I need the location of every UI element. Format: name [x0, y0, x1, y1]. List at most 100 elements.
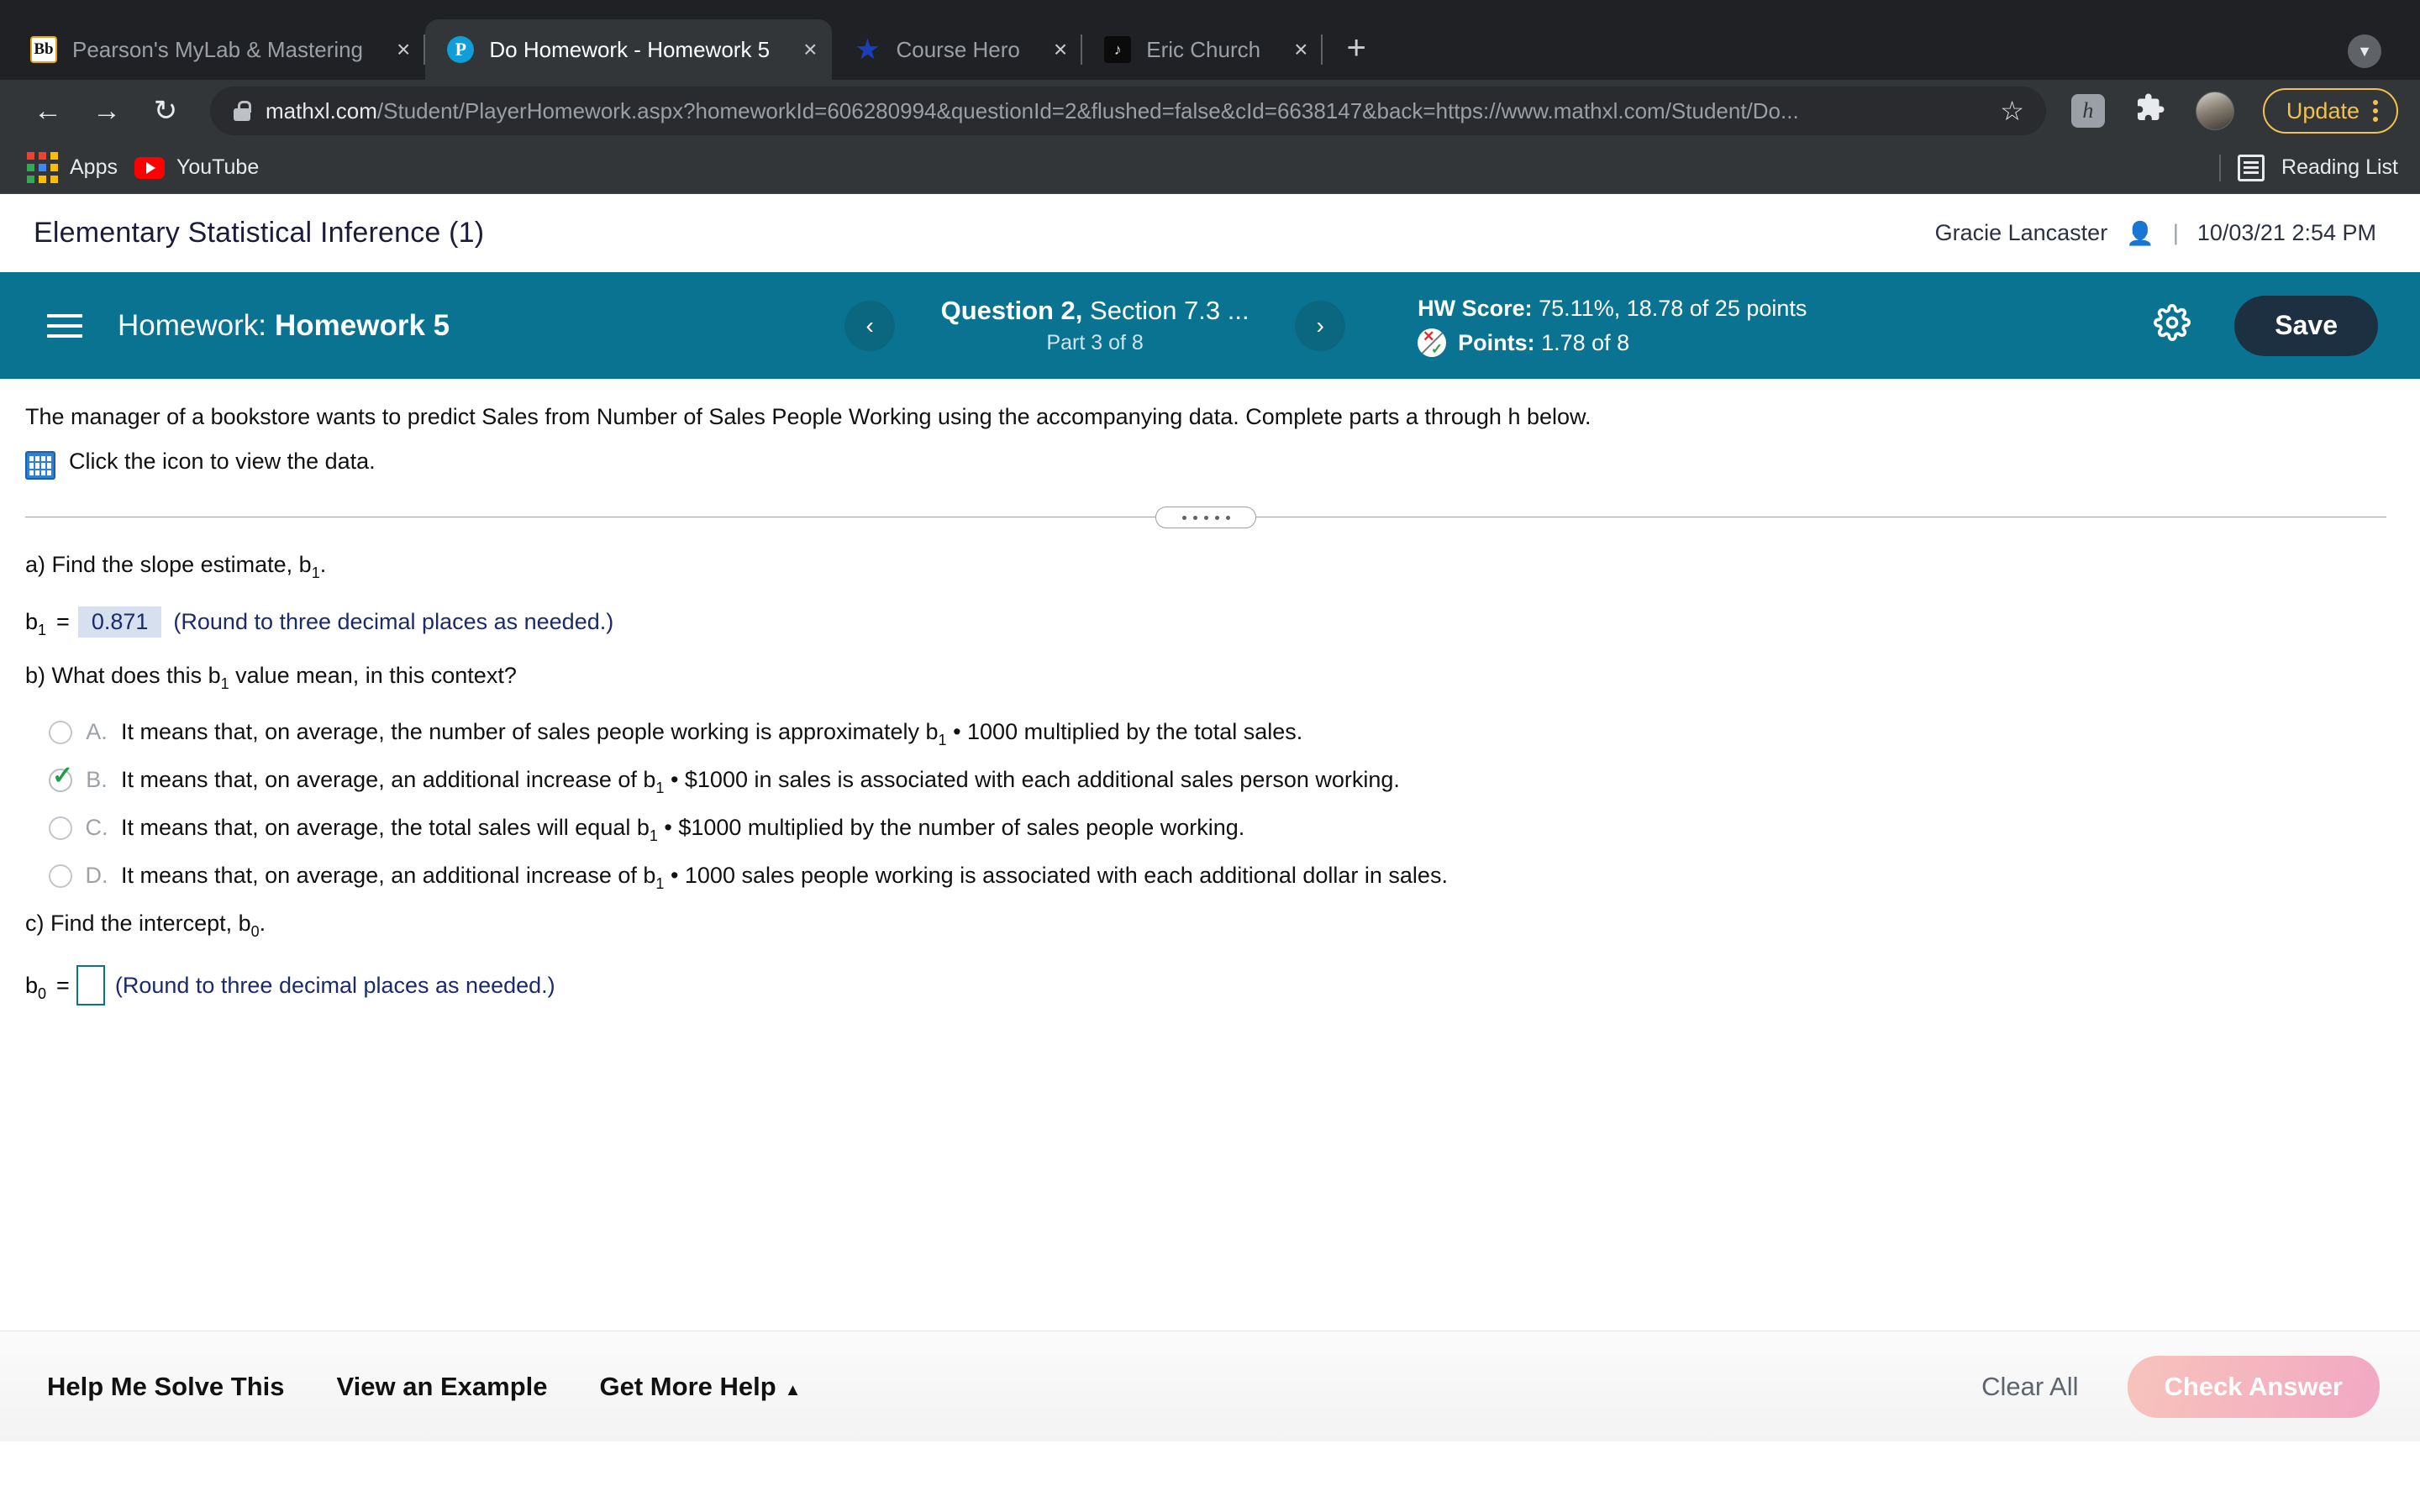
tab-close-icon[interactable]: × [1054, 38, 1067, 61]
next-question-button[interactable]: › [1295, 300, 1346, 351]
choice-text-pre: It means that, on average, the total sal… [121, 815, 650, 841]
content-divider [25, 500, 2386, 533]
previous-question-button[interactable]: ‹ [844, 300, 896, 351]
help-links: Help Me Solve This View an Example Get M… [47, 1372, 801, 1402]
check-answer-button[interactable]: Check Answer [2127, 1355, 2380, 1418]
b-label: b [25, 972, 39, 998]
choice-a[interactable]: A. It means that, on average, the number… [25, 719, 2386, 748]
part-c-prompt: c) Find the intercept, b0. [25, 911, 2386, 941]
page-title: Elementary Statistical Inference (1) [34, 217, 485, 249]
pearson-icon: P [447, 36, 475, 63]
forward-button[interactable]: → [81, 85, 133, 137]
reading-list-icon [2238, 154, 2265, 181]
radio-button[interactable] [49, 816, 72, 841]
browser-toolbar: ← → ↻ mathxl.com/Student/PlayerHomework.… [0, 80, 2420, 142]
bookmark-apps[interactable]: Apps [27, 152, 118, 183]
profile-avatar[interactable] [2195, 92, 2234, 130]
update-label: Update [2286, 97, 2360, 123]
clear-all-button[interactable]: Clear All [1981, 1372, 2078, 1402]
divider-drag-handle[interactable] [1155, 507, 1256, 529]
new-tab-button[interactable]: + [1346, 31, 1365, 65]
browser-chrome: Bb Pearson's MyLab & Mastering × P Do Ho… [0, 0, 2420, 194]
reading-list-button[interactable]: Reading List [2281, 155, 2398, 180]
part-a-hint: (Round to three decimal places as needed… [173, 609, 614, 635]
part-a-label: b1 [25, 609, 46, 638]
tab-close-icon[interactable]: × [1294, 38, 1307, 61]
reload-button[interactable]: ↻ [139, 85, 192, 137]
points-text: Points: 1.78 of 8 [1458, 328, 1629, 358]
choice-c[interactable]: C. It means that, on average, the total … [25, 815, 2386, 844]
hamburger-menu-icon[interactable] [47, 313, 82, 338]
choice-subscript: 1 [655, 875, 665, 893]
honey-extension-icon[interactable]: h [2070, 94, 2105, 128]
score-panel: HW Score: 75.11%, 18.78 of 25 points ✕ ✓ … [1418, 293, 1807, 358]
tab-list-chevron-down-icon[interactable]: ▼ [2348, 34, 2381, 68]
browser-tab-course-hero[interactable]: ★ Course Hero × [832, 19, 1083, 80]
equals-sign: = [56, 609, 70, 635]
browser-tab-eric-church[interactable]: ♪ Eric Church × [1082, 19, 1323, 80]
tab-close-icon[interactable]: × [803, 38, 817, 61]
get-more-help-button[interactable]: Get More Help ▲ [600, 1372, 802, 1402]
choice-text-pre: It means that, on average, an additional… [121, 863, 656, 889]
part-a-answer-input[interactable]: 0.871 [77, 606, 162, 638]
part-b-subscript: 1 [220, 675, 229, 693]
action-bar: Help Me Solve This View an Example Get M… [0, 1331, 2420, 1441]
part-c-answer-input[interactable] [76, 965, 105, 1006]
question-title: Question 2, Section 7.3 ... [918, 296, 1271, 326]
choice-text: It means that, on average, an additional… [121, 863, 1448, 893]
hw-score: HW Score: 75.11%, 18.78 of 25 points [1418, 293, 1807, 323]
update-button[interactable]: Update [2262, 88, 2398, 134]
hw-score-value: 75.11%, 18.78 of 25 points [1532, 296, 1807, 322]
back-button[interactable]: ← [22, 85, 74, 137]
course-header-right: Gracie Lancaster 👤 | 10/03/21 2:54 PM [1935, 220, 2376, 247]
gear-icon[interactable] [2154, 303, 2191, 348]
question-number: Question 2, [940, 296, 1083, 325]
choice-text: It means that, on average, an additional… [121, 767, 1400, 796]
part-c-subscript: 0 [250, 923, 260, 941]
help-me-solve-this-button[interactable]: Help Me Solve This [47, 1372, 285, 1402]
divider [2219, 154, 2222, 181]
bookmark-label: YouTube [176, 155, 260, 179]
homework-title: Homework: Homework 5 [118, 309, 450, 343]
chevron-up-icon: ▲ [784, 1380, 802, 1399]
part-a-answer-row: b1 = 0.871 (Round to three decimal place… [25, 606, 2386, 638]
tab-title: Eric Church [1146, 36, 1261, 62]
youtube-icon [134, 156, 165, 179]
person-icon[interactable]: 👤 [2126, 220, 2154, 247]
course-hero-icon: ★ [856, 35, 879, 64]
points-row: ✕ ✓ Points: 1.78 of 8 [1418, 328, 1807, 358]
view-data-link[interactable]: Click the icon to view the data. [25, 449, 2386, 480]
save-button[interactable]: Save [2234, 295, 2378, 356]
tab-title: Pearson's MyLab & Mastering [72, 36, 364, 62]
choice-d[interactable]: D. It means that, on average, an additio… [25, 863, 2386, 893]
partial-credit-icon: ✕ ✓ [1418, 328, 1447, 357]
choice-text-post: • 1000 multiplied by the total sales. [946, 719, 1303, 745]
address-bar[interactable]: mathxl.com/Student/PlayerHomework.aspx?h… [210, 87, 2046, 135]
view-an-example-button[interactable]: View an Example [337, 1372, 548, 1402]
action-bar-right: Clear All Check Answer [1981, 1355, 2380, 1418]
url-text: mathxl.com/Student/PlayerHomework.aspx?h… [266, 98, 1971, 124]
choice-text-pre: It means that, on average, the number of… [121, 719, 939, 745]
lock-icon [234, 101, 251, 121]
radio-button[interactable] [49, 864, 72, 889]
bookmark-youtube[interactable]: YouTube [134, 155, 259, 180]
part-c-answer-row: b0 = (Round to three decimal places as n… [25, 965, 2386, 1006]
question-indicator: Question 2, Section 7.3 ... Part 3 of 8 [918, 296, 1271, 355]
browser-tab-do-homework[interactable]: P Do Homework - Homework 5 × [425, 19, 833, 80]
answer-choices: A. It means that, on average, the number… [25, 719, 2386, 893]
part-b-prompt: b) What does this b1 value mean, in this… [25, 663, 2386, 693]
table-data-icon[interactable] [25, 451, 55, 480]
choice-b[interactable]: ✓ B. It means that, on average, an addit… [25, 764, 2386, 796]
question-stem: The manager of a bookstore wants to pred… [25, 404, 1591, 429]
browser-tab-pearson[interactable]: Bb Pearson's MyLab & Mastering × [8, 19, 426, 80]
tab-strip: Bb Pearson's MyLab & Mastering × P Do Ho… [0, 0, 2420, 80]
tab-close-icon[interactable]: × [397, 38, 410, 61]
view-data-label: Click the icon to view the data. [69, 449, 376, 475]
radio-button[interactable]: ✓ [49, 764, 73, 793]
extensions-puzzle-icon[interactable] [2135, 92, 2165, 130]
chrome-menu-icon[interactable] [2373, 100, 2378, 122]
student-name: Gracie Lancaster [1934, 220, 2108, 245]
blackboard-icon: Bb [30, 36, 57, 63]
radio-button[interactable] [49, 721, 72, 745]
bookmark-star-icon[interactable]: ☆ [2000, 95, 2024, 127]
